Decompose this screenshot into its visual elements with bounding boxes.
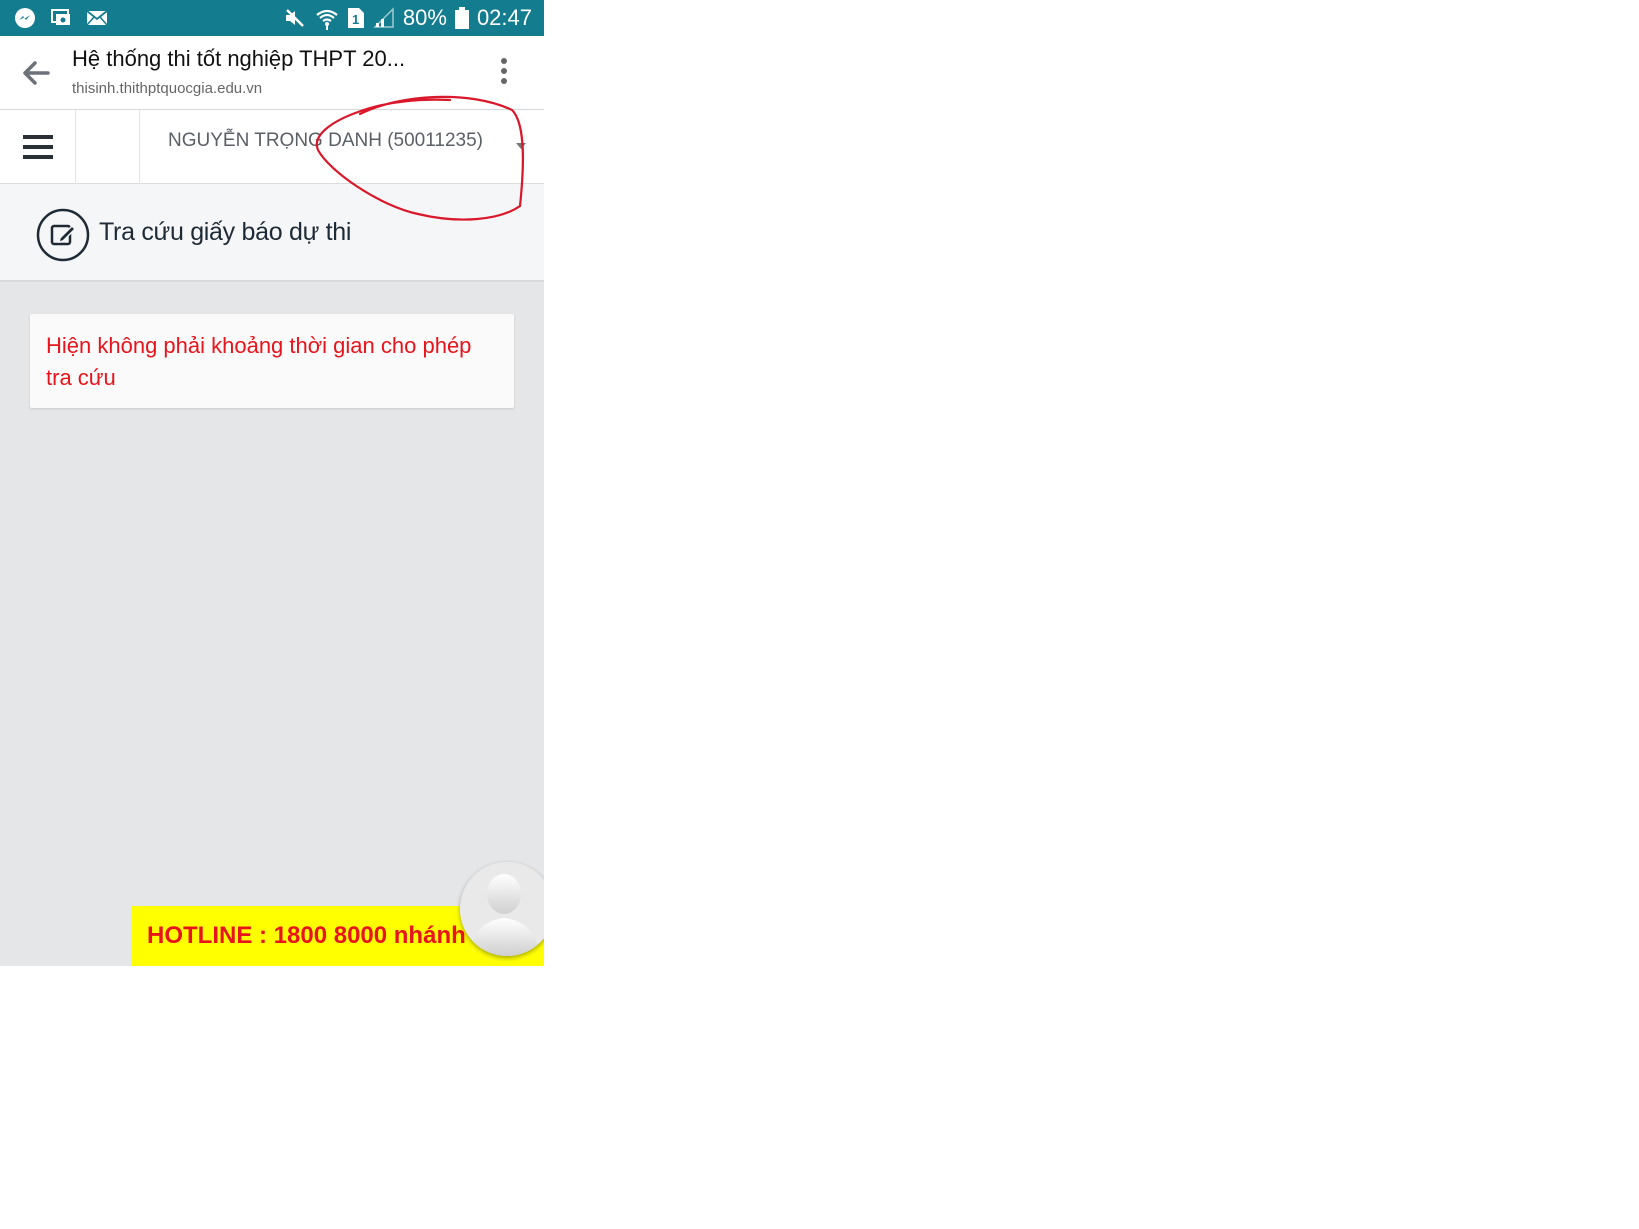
page-title: Tra cứu giấy báo dự thi xyxy=(99,218,352,246)
header-spacer xyxy=(76,110,140,184)
notice-message: Hiện không phải khoảng thời gian cho phé… xyxy=(46,333,472,390)
battery-percent: 80% xyxy=(402,5,447,30)
page-heading-section: Tra cứu giấy báo dự thi xyxy=(0,184,544,282)
messenger-icon xyxy=(14,7,36,29)
battery-icon xyxy=(454,7,469,29)
message-card: Hiện không phải khoảng thời gian cho phé… xyxy=(30,314,514,408)
app-header: NGUYỄN TRỌNG DANH (50011235) xyxy=(0,110,544,184)
support-avatar[interactable] xyxy=(460,862,544,956)
wifi-icon xyxy=(315,6,339,30)
hamburger-icon xyxy=(22,135,53,159)
user-dropdown[interactable]: NGUYỄN TRỌNG DANH (50011235) xyxy=(168,130,483,152)
browser-bar: Hệ thống thi tốt nghiệp THPT 20... thisi… xyxy=(0,36,544,110)
sim-slot-label: 1 xyxy=(352,12,359,27)
edit-icon xyxy=(36,208,90,262)
back-arrow-icon[interactable] xyxy=(20,58,52,88)
page-title-browser: Hệ thống thi tốt nghiệp THPT 20... xyxy=(72,46,406,71)
phone-screen: 1 80% 02:47 Hệ thống thi tốt nghiệp THPT… xyxy=(0,0,544,966)
page-url[interactable]: thisinh.thithptquocgia.edu.vn xyxy=(72,80,262,97)
mail-icon xyxy=(86,10,108,26)
chevron-down-icon[interactable] xyxy=(516,143,526,149)
cast-icon xyxy=(50,8,72,28)
hamburger-menu-button[interactable] xyxy=(0,110,76,184)
signal-icon xyxy=(373,7,395,29)
user-silhouette-icon xyxy=(460,862,544,956)
status-bar: 1 80% 02:47 xyxy=(0,0,544,36)
sim-icon: 1 xyxy=(347,7,365,29)
clock: 02:47 xyxy=(476,5,532,30)
hotline-text: HOTLINE : 1800 8000 nhánh xyxy=(147,922,466,949)
mute-icon xyxy=(283,7,307,29)
more-options-icon[interactable] xyxy=(496,56,512,90)
